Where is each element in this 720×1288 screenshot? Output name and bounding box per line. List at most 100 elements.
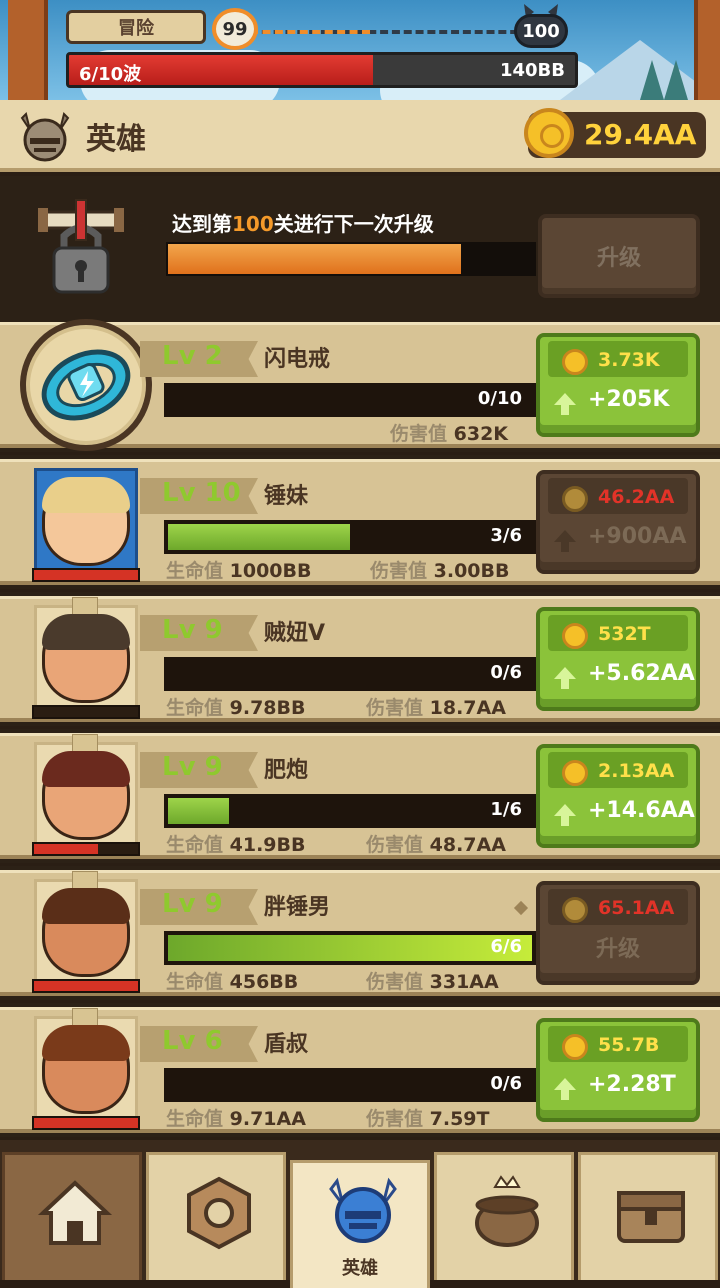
tab-home[interactable] (2, 1152, 142, 1280)
level-prefix: Lv (162, 478, 196, 508)
tab-heroes[interactable]: 英雄 (290, 1160, 430, 1288)
wave-progress-bar: 6/10波 140BB (66, 52, 578, 88)
hp-stat-value: 9.78BB (229, 697, 306, 719)
chest-icon (617, 1191, 685, 1243)
gold-counter: 29.4AA (524, 108, 706, 158)
hero-row-card: Lv 9 胖锤男 6/6 生命值 456BB 伤害值 331AA 65.1AA … (0, 870, 720, 996)
coin-icon (562, 1034, 588, 1060)
battle-banner: 冒险 99 100 6/10波 140BB (0, 0, 720, 100)
upgrade-button[interactable]: 46.2AA +900AA (536, 470, 700, 574)
tab-chest[interactable] (578, 1152, 718, 1280)
hero-hp-bar (32, 705, 140, 719)
level-progress-count: 6/6 (490, 936, 522, 957)
damage-stat-value: 18.7AA (429, 697, 506, 719)
tape (72, 871, 98, 889)
hero-level: Lv 9 (162, 615, 223, 645)
upgrade-cost: 532T (598, 623, 651, 645)
damage-stat: 伤害值 7.59T (366, 1104, 489, 1131)
pine-tree (664, 60, 688, 100)
cost-strip: 46.2AA (548, 478, 688, 514)
tape (72, 1008, 98, 1026)
hero-hp-fill (34, 570, 138, 580)
hero-hp-bar (32, 1116, 140, 1130)
hero-portrait[interactable] (28, 458, 144, 586)
level-value: 9 (204, 889, 223, 919)
hero-portrait[interactable] (28, 1006, 144, 1134)
cost-strip: 2.13AA (548, 752, 688, 788)
level-prefix: Lv (162, 889, 196, 919)
tier-upgrade-button[interactable]: 升级 (538, 214, 700, 298)
hero-row: Lv 2 闪电戒 0/10 伤害值 632K 3.73K +205K (0, 318, 720, 452)
hp-stat-value: 1000BB (229, 560, 312, 582)
upgrade-button[interactable]: 532T +5.62AA (536, 607, 700, 711)
boss-level-badge: 100 (514, 14, 568, 48)
unlock-target-level: 100 (232, 212, 274, 236)
item-portrait[interactable] (20, 319, 152, 451)
hero-hp-fill (34, 844, 99, 854)
hp-stat-label: 生命值 (166, 697, 224, 719)
hero-portrait[interactable] (28, 595, 144, 723)
level-prefix: Lv (162, 1026, 196, 1056)
wave-label: 6/10波 (79, 64, 142, 85)
damage-stat-label: 伤害值 (370, 560, 428, 582)
upgrade-button[interactable]: 55.7B +2.28T (536, 1018, 700, 1122)
level-progress-bar: 0/10 (164, 383, 536, 417)
hero-hp-bar (32, 568, 140, 582)
hp-stat-value: 41.9BB (229, 834, 306, 856)
upgrade-cost: 2.13AA (598, 760, 675, 782)
cauldron-icon (475, 1175, 539, 1247)
tab-artifacts[interactable] (434, 1152, 574, 1280)
unlock-progress-fill (168, 244, 461, 274)
tape (72, 734, 98, 752)
hero-face (42, 888, 130, 977)
tape (72, 597, 98, 615)
unlock-text-suffix: 关进行下一次升级 (273, 212, 434, 236)
level-prefix: Lv (162, 341, 196, 371)
hero-row-card: Lv 9 肥炮 1/6 生命值 41.9BB 伤害值 48.7AA 2.13AA (0, 733, 720, 859)
cost-strip: 65.1AA (548, 889, 688, 925)
hero-name: 闪电戒 (264, 347, 331, 372)
upgrade-gain: +2.28T (588, 1072, 676, 1097)
upgrade-gain: +205K (588, 387, 670, 412)
level-progress-count: 1/6 (490, 799, 522, 820)
hero-row: Lv 6 盾叔 0/6 生命值 9.71AA 伤害值 7.59T 55.7B + (0, 1003, 720, 1137)
upgrade-button[interactable]: 65.1AA 升级 (536, 881, 700, 985)
hero-row-card: Lv 9 贼妞V 0/6 生命值 9.78BB 伤害值 18.7AA 532T (0, 596, 720, 722)
hero-row-card: Lv 6 盾叔 0/6 生命值 9.71AA 伤害值 7.59T 55.7B + (0, 1007, 720, 1133)
hero-level: Lv 2 (162, 341, 223, 371)
hp-stat: 生命值 41.9BB (166, 830, 305, 857)
tier-unlock-panel: 达到第100关进行下一次升级 升级 (0, 176, 720, 318)
nut-icon (187, 1176, 251, 1250)
damage-stat-value: 7.59T (429, 1108, 490, 1130)
hero-row: Lv 10 锤妹 3/6 生命值 1000BB 伤害值 3.00BB 46.2A… (0, 455, 720, 589)
hero-hair (42, 888, 130, 924)
hero-name: 胖锤男 (264, 895, 331, 920)
mode-tag[interactable]: 冒险 (66, 10, 206, 44)
tree-trunk-left (8, 0, 48, 100)
unlock-requirement-text: 达到第100关进行下一次升级 (172, 208, 434, 237)
hero-row: Lv 9 肥炮 1/6 生命值 41.9BB 伤害值 48.7AA 2.13AA (0, 729, 720, 863)
padlock-icon (38, 199, 124, 294)
level-progress-fill (168, 524, 350, 550)
damage-stat-value: 48.7AA (429, 834, 506, 856)
damage-stat-label: 伤害值 (366, 971, 424, 993)
hero-row: Lv 9 贼妞V 0/6 生命值 9.78BB 伤害值 18.7AA 532T (0, 592, 720, 726)
hero-level: Lv 6 (162, 1026, 223, 1056)
hp-stat-value: 9.71AA (229, 1108, 306, 1130)
upgrade-button[interactable]: 2.13AA +14.6AA (536, 744, 700, 848)
hero-portrait[interactable] (28, 732, 144, 860)
pine-tree (640, 60, 664, 100)
cost-strip: 532T (548, 615, 688, 651)
level-value: 10 (204, 478, 241, 508)
coin-icon (562, 486, 588, 512)
tab-heroes-label: 英雄 (342, 1258, 378, 1279)
hero-portrait[interactable] (28, 869, 144, 997)
upgrade-button[interactable]: 3.73K +205K (536, 333, 700, 437)
level-progress-fill (168, 935, 532, 961)
coin-icon (562, 897, 588, 923)
level-value: 9 (204, 615, 223, 645)
damage-stat-label: 伤害值 (366, 834, 424, 856)
tab-equipment[interactable] (146, 1152, 286, 1280)
hero-hair (42, 477, 130, 513)
hp-stat: 生命值 1000BB (166, 556, 312, 583)
